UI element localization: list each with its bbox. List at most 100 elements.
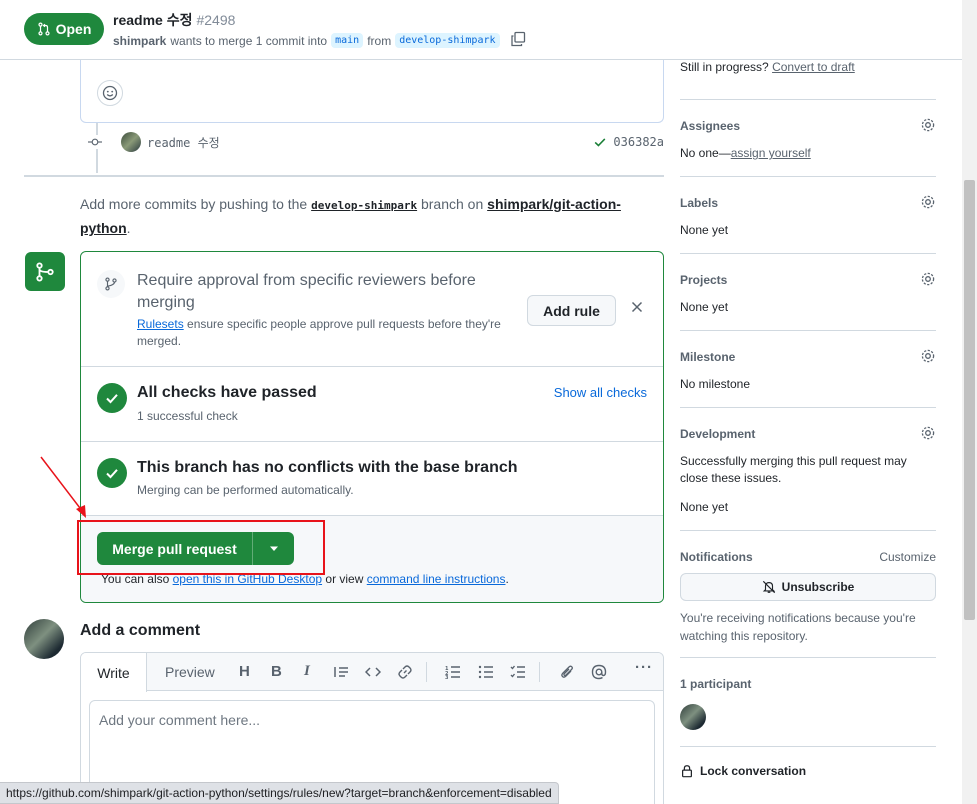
command-line-link[interactable]: command line instructions <box>367 572 506 586</box>
also-middle: or view <box>325 572 364 586</box>
sidebar-projects: Projects None yet <box>680 253 936 330</box>
tab-preview[interactable]: Preview <box>165 664 215 680</box>
base-branch[interactable]: main <box>331 33 364 48</box>
pr-from-text: from <box>367 33 392 48</box>
sidebar-assignees: Assignees No one—assign yourself <box>680 99 936 176</box>
toolbar-divider <box>426 662 427 682</box>
pr-meta: shimpark wants to merge 1 commit into ma… <box>113 31 526 50</box>
add-rule-button[interactable]: Add rule <box>527 295 616 326</box>
assignees-heading[interactable]: Assignees <box>680 119 740 133</box>
italic-icon[interactable]: I <box>304 663 310 680</box>
bold-icon[interactable]: B <box>271 663 282 680</box>
timeline-divider <box>24 175 664 177</box>
sidebar-labels: Labels None yet <box>680 176 936 253</box>
push-hint: Add more commits by pushing to the devel… <box>80 193 650 239</box>
milestone-heading[interactable]: Milestone <box>680 350 735 364</box>
more-options-icon[interactable]: ··· <box>635 659 653 676</box>
unsubscribe-button[interactable]: Unsubscribe <box>680 573 936 601</box>
projects-value: None yet <box>680 300 729 314</box>
attach-icon[interactable] <box>559 664 575 684</box>
rule-description: Rulesets ensure specific people approve … <box>137 316 507 350</box>
labels-heading[interactable]: Labels <box>680 196 718 210</box>
assignees-value: No one—assign yourself <box>680 145 811 162</box>
show-all-checks-link[interactable]: Show all checks <box>554 385 647 400</box>
gear-icon[interactable] <box>920 271 936 290</box>
scrollbar-thumb[interactable] <box>964 180 975 620</box>
pr-number: #2498 <box>196 12 236 28</box>
conflicts-title: This branch has no conflicts with the ba… <box>137 459 518 476</box>
sidebar-development: Development Successfully merging this pu… <box>680 407 936 530</box>
commit-message[interactable]: readme 수정 <box>147 134 220 151</box>
checks-title: All checks have passed <box>137 384 317 401</box>
customize-link[interactable]: Customize <box>879 550 936 564</box>
mention-icon[interactable] <box>591 664 607 684</box>
draft-prefix: Still in progress? <box>680 60 769 74</box>
task-list-icon[interactable] <box>510 665 526 683</box>
status-badge: Open <box>24 13 104 45</box>
status-badge-label: Open <box>55 21 92 37</box>
pr-title-text: readme 수정 <box>113 12 193 28</box>
gear-icon[interactable] <box>920 425 936 444</box>
status-bar-url: https://github.com/shimpark/git-action-p… <box>0 782 559 804</box>
toolbar-divider <box>539 662 540 682</box>
dismiss-icon[interactable] <box>631 300 643 318</box>
sidebar-participants: 1 participant <box>680 657 936 746</box>
smiley-icon <box>102 85 118 101</box>
svg-text:3: 3 <box>445 675 449 679</box>
assign-yourself-link[interactable]: assign yourself <box>731 146 811 160</box>
push-hint-middle: branch on <box>420 196 484 212</box>
link-icon[interactable] <box>397 664 413 684</box>
rule-title: Require approval from specific reviewers… <box>137 272 476 311</box>
editor-toolbar: Write Preview H B I 123 ··· <box>81 653 663 692</box>
tab-write[interactable]: Write <box>81 653 147 692</box>
development-value: Successfully merging this pull request m… <box>680 454 907 485</box>
gear-icon[interactable] <box>920 194 936 213</box>
branch-icon <box>97 270 125 298</box>
commit-sha[interactable]: 036382a <box>593 135 664 149</box>
avatar[interactable] <box>24 619 64 659</box>
convert-to-draft-link[interactable]: Convert to draft <box>772 60 855 74</box>
conflicts-subtitle: Merging can be performed automatically. <box>137 483 354 497</box>
lock-icon <box>682 765 692 778</box>
pr-sticky-header: Open readme 수정 #2498 shimpark wants to me… <box>0 0 962 60</box>
quote-icon[interactable] <box>333 665 349 683</box>
commit-sha-text: 036382a <box>613 135 664 149</box>
conflicts-section: This branch has no conflicts with the ba… <box>81 442 663 516</box>
draft-prompt: Still in progress? Convert to draft <box>680 60 855 74</box>
heading-icon[interactable]: H <box>239 663 250 680</box>
push-hint-suffix: . <box>126 220 131 236</box>
add-comment-heading: Add a comment <box>80 622 201 639</box>
commit-row: readme 수정 036382a <box>88 130 664 154</box>
unordered-list-icon[interactable] <box>478 665 494 683</box>
comment-box <box>80 60 664 123</box>
check-icon <box>595 138 606 147</box>
checks-section: All checks have passed 1 successful chec… <box>81 367 663 442</box>
git-merge-icon <box>25 252 65 291</box>
sidebar-lock: Lock conversation <box>680 746 936 804</box>
gear-icon[interactable] <box>920 117 936 136</box>
check-circle-icon <box>97 383 127 413</box>
push-hint-branch[interactable]: develop-shimpark <box>311 199 417 212</box>
pr-author[interactable]: shimpark <box>113 34 166 48</box>
rulesets-link[interactable]: Rulesets <box>137 317 184 331</box>
commit-author-avatar[interactable] <box>121 132 141 152</box>
development-heading[interactable]: Development <box>680 427 755 441</box>
git-commit-icon <box>88 135 102 149</box>
page-title: readme 수정 #2498 <box>113 10 235 30</box>
ordered-list-icon[interactable]: 123 <box>445 665 461 683</box>
lock-label: Lock conversation <box>700 764 807 778</box>
participant-avatar[interactable] <box>680 704 706 730</box>
also-suffix: . <box>505 572 509 586</box>
ruleset-suggestion: Require approval from specific reviewers… <box>81 252 663 367</box>
development-none: None yet <box>680 500 729 514</box>
scrollbar[interactable] <box>962 0 977 804</box>
lock-conversation-button[interactable]: Lock conversation <box>680 764 806 778</box>
gear-icon[interactable] <box>920 348 936 367</box>
notifications-note: You're receiving notifications because y… <box>680 611 916 643</box>
projects-heading[interactable]: Projects <box>680 273 727 287</box>
copy-icon[interactable] <box>510 31 526 50</box>
code-icon[interactable] <box>364 665 382 683</box>
notifications-heading: Notifications <box>680 550 753 564</box>
head-branch[interactable]: develop-shimpark <box>395 33 500 48</box>
add-reaction-button[interactable] <box>97 80 123 106</box>
